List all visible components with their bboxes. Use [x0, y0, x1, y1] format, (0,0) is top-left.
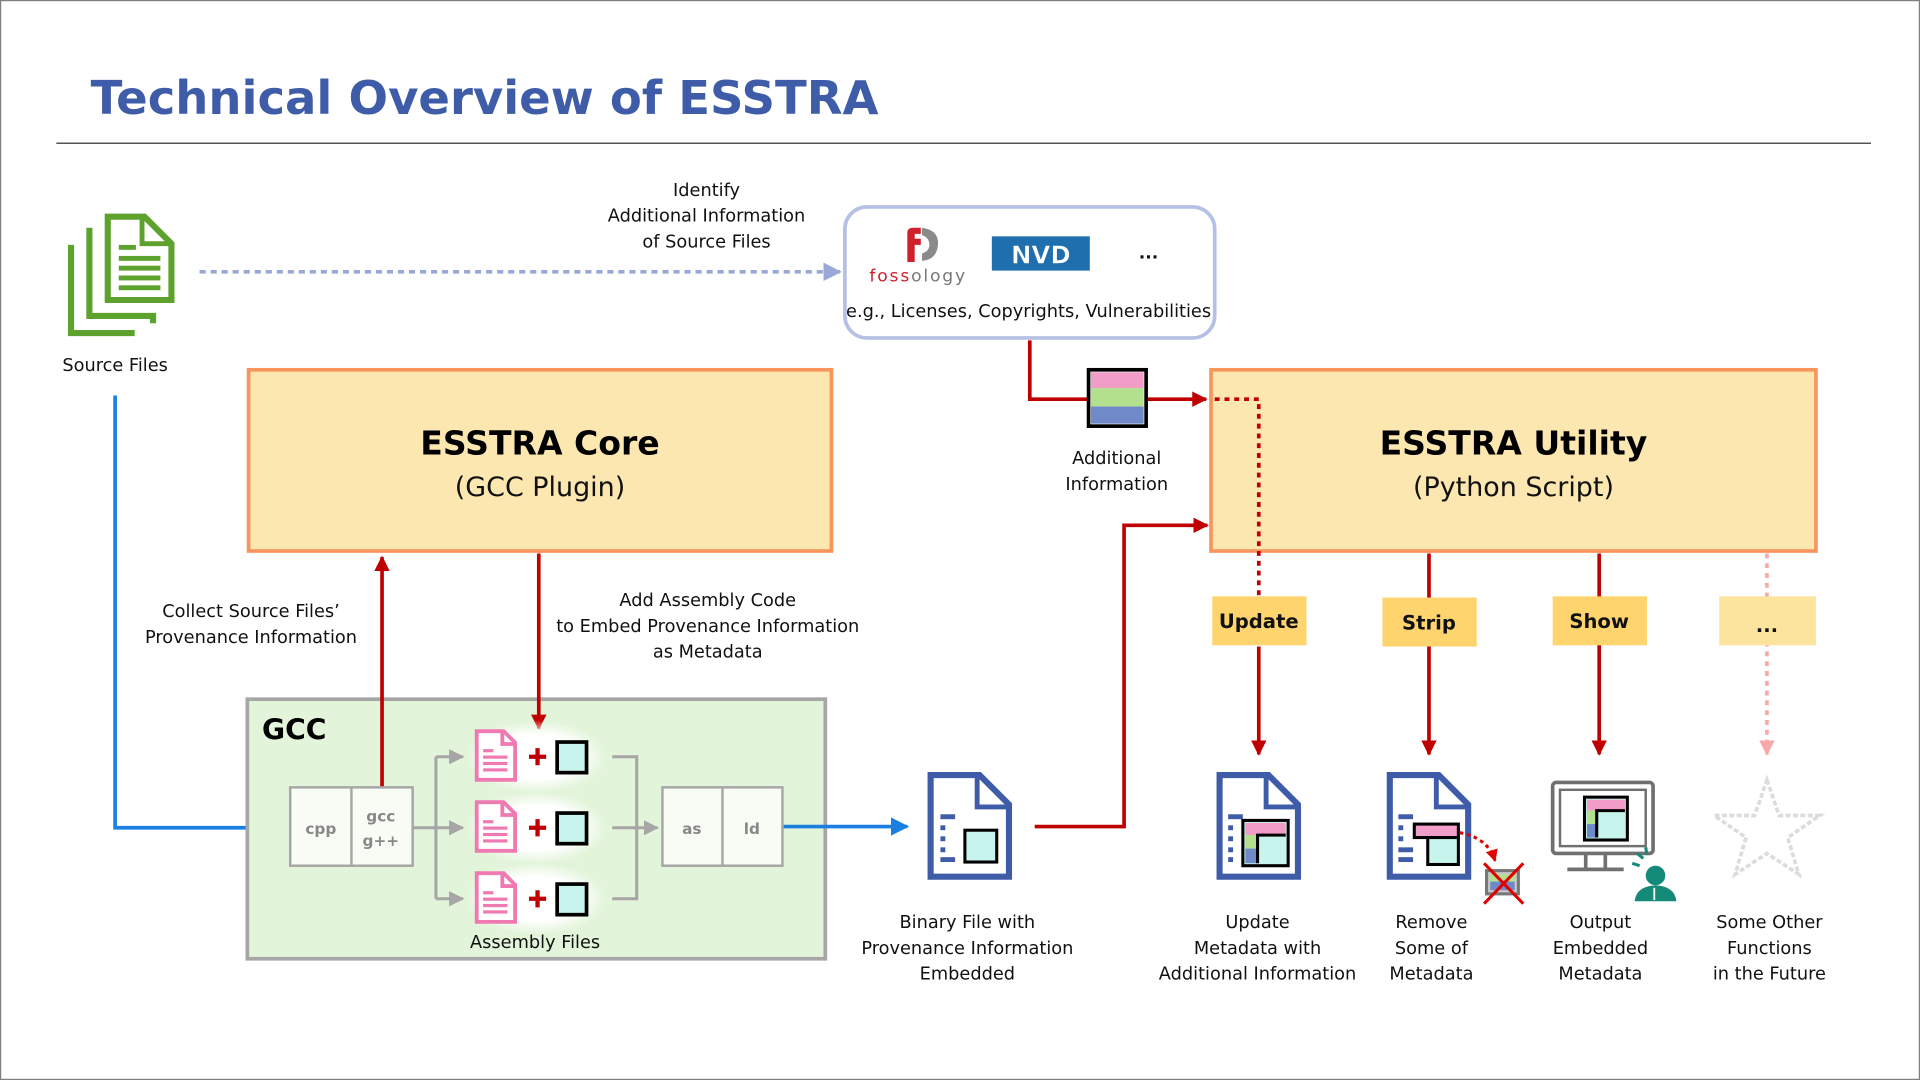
assembly-file-row — [465, 791, 608, 865]
identify-label-2: Additional Information — [608, 207, 806, 227]
add-asm-label-3: as Metadata — [653, 643, 763, 663]
stage-ld: ld — [744, 820, 760, 838]
source-files-label: Source Files — [62, 356, 168, 376]
assembly-file-row — [465, 862, 608, 936]
strip-command[interactable]: Strip — [1382, 597, 1477, 647]
command-result-label: Remove — [1395, 913, 1467, 933]
command-result-label: Output — [1570, 913, 1632, 933]
additional-info-label-1: Additional — [1072, 449, 1161, 469]
metadata-block-icon — [555, 882, 589, 917]
more-tools-ellipsis: ... — [1139, 243, 1159, 263]
command-result-label: Some Other — [1716, 913, 1823, 933]
stage-gpp: g++ — [363, 832, 400, 850]
stage-as: as — [682, 820, 701, 838]
additional-info-label-2: Information — [1065, 475, 1168, 495]
updated-binary-icon — [1216, 772, 1302, 880]
stage-gcc: gcc — [366, 808, 395, 826]
show-command[interactable]: Show — [1552, 596, 1647, 646]
strip-command-label: Strip — [1402, 611, 1456, 634]
esstra-core-subtitle: (GCC Plugin) — [455, 472, 625, 503]
command-result-label: in the Future — [1713, 965, 1826, 985]
command-result-label: Metadata with — [1194, 939, 1321, 959]
esstra-core-title: ESSTRA Core — [420, 423, 659, 462]
command-result-label: Update — [1225, 913, 1289, 933]
show-command-label: Show — [1569, 610, 1629, 633]
command-result-label: Additional Information — [1159, 965, 1357, 985]
nvd-text: NVD — [1011, 240, 1071, 269]
update-command[interactable]: Update — [1212, 596, 1307, 646]
fossology-text: fossology — [869, 267, 967, 287]
command-result-label: Functions — [1727, 939, 1812, 959]
assembly-doc-icon — [474, 871, 518, 924]
update-command-label: Update — [1219, 610, 1299, 633]
external-tools-caption: e.g., Licenses, Copyrights, Vulnerabilit… — [846, 302, 1211, 322]
esstra-utility-subtitle: (Python Script) — [1413, 472, 1614, 503]
collect-label-1: Collect Source Files’ — [162, 602, 340, 622]
page-title: Technical Overview of ESSTRA — [91, 71, 879, 125]
command-result-label: Some of — [1395, 939, 1469, 959]
metadata-block-icon — [555, 811, 589, 846]
assembly-doc-icon — [474, 800, 518, 853]
additional-info-icon — [1086, 367, 1148, 428]
stage-cpp: cpp — [305, 820, 336, 838]
binary-file-icon[interactable] — [927, 772, 1013, 880]
nvd-logo[interactable]: NVD — [991, 236, 1090, 271]
assembly-doc-icon — [474, 729, 518, 782]
esstra-utility-title: ESSTRA Utility — [1380, 423, 1648, 462]
binary-label-3: Embedded — [920, 965, 1015, 985]
future-command[interactable]: ... — [1719, 596, 1816, 646]
add-asm-label-1: Add Assembly Code — [619, 591, 796, 611]
collect-label-2: Provenance Information — [145, 628, 357, 648]
metadata-block-icon — [555, 740, 589, 775]
binary-label-2: Provenance Information — [861, 939, 1073, 959]
command-result-label: Metadata — [1389, 965, 1473, 985]
identify-label-1: Identify — [673, 181, 740, 201]
add-asm-label-2: to Embed Provenance Information — [556, 617, 859, 637]
assembly-file-row — [465, 720, 608, 794]
command-result-label: Embedded — [1553, 939, 1648, 959]
assembly-files-label: Assembly Files — [470, 933, 600, 953]
binary-label-1: Binary File with — [900, 913, 1036, 933]
future-command-label: ... — [1756, 614, 1778, 637]
diagram-canvas: Technical Overview of ESSTRA Source File… — [0, 0, 1920, 1080]
command-result-label: Metadata — [1558, 965, 1642, 985]
gcc-title: GCC — [262, 714, 326, 747]
assembler-linker-box — [661, 786, 784, 867]
identify-label-3: of Source Files — [642, 232, 770, 252]
